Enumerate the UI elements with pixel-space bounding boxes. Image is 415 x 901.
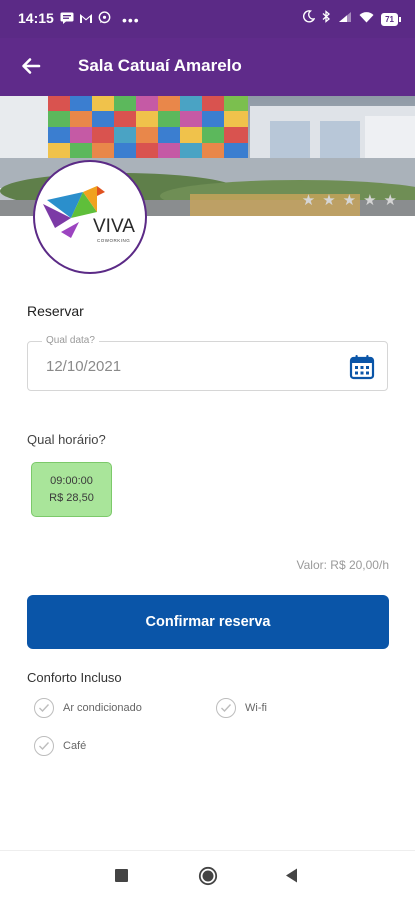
star-icon: ★ bbox=[342, 192, 357, 209]
whatsapp-icon bbox=[98, 11, 111, 29]
amenity-label: Ar condicionado bbox=[63, 702, 142, 714]
moon-icon bbox=[302, 10, 316, 28]
section-title: Reservar bbox=[27, 303, 84, 319]
recents-button[interactable] bbox=[115, 869, 128, 887]
more-icon: ••• bbox=[122, 12, 140, 28]
status-bar: 14:15 ••• 71 bbox=[0, 0, 415, 38]
bluetooth-icon bbox=[322, 10, 331, 28]
time-slot[interactable]: 09:00:00 R$ 28,50 bbox=[31, 462, 112, 517]
logo-wordmark: VIVA bbox=[93, 216, 135, 237]
star-icon: ★ bbox=[363, 192, 377, 209]
amenity-item: Ar condicionado bbox=[34, 698, 142, 718]
battery-level: 71 bbox=[381, 12, 398, 26]
time-slot-price: R$ 28,50 bbox=[49, 491, 94, 504]
signal-icon bbox=[338, 10, 352, 28]
date-field-value[interactable]: 12/10/2021 bbox=[46, 358, 121, 375]
time-question-label: Qual horário? bbox=[27, 432, 106, 447]
star-icon: ★ bbox=[383, 192, 397, 209]
hourly-price: Valor: R$ 20,00/h bbox=[296, 558, 389, 572]
back-button[interactable] bbox=[16, 53, 46, 83]
star-icon: ★ bbox=[322, 192, 336, 209]
system-back-button[interactable] bbox=[285, 868, 298, 888]
rating-stars: ★ ★ ★ ★ ★ bbox=[302, 193, 397, 208]
back-triangle-icon bbox=[285, 868, 298, 888]
page-title: Sala Catuaí Amarelo bbox=[78, 56, 242, 75]
system-nav-bar bbox=[0, 850, 415, 901]
time-slot-time: 09:00:00 bbox=[50, 474, 93, 487]
app-bar: Sala Catuaí Amarelo bbox=[0, 38, 415, 96]
venue-logo: VIVA COWORKING bbox=[33, 160, 147, 274]
message-icon bbox=[60, 11, 74, 29]
home-circle-icon bbox=[198, 866, 218, 891]
amenity-item: Café bbox=[34, 736, 86, 756]
comfort-title: Conforto Incluso bbox=[27, 670, 122, 685]
logo-subtext: COWORKING bbox=[97, 238, 130, 243]
date-field-label: Qual data? bbox=[42, 335, 99, 346]
amenity-label: Café bbox=[63, 740, 87, 752]
home-button[interactable] bbox=[198, 866, 218, 891]
battery-icon: 71 bbox=[381, 12, 401, 26]
amenity-item: Wi-fi bbox=[216, 698, 267, 718]
wifi-icon bbox=[359, 10, 374, 28]
calendar-icon[interactable] bbox=[349, 354, 375, 380]
check-circle-icon bbox=[216, 698, 236, 718]
check-circle-icon bbox=[34, 698, 54, 718]
arrow-left-icon bbox=[21, 57, 41, 80]
star-icon: ★ bbox=[301, 192, 316, 209]
recents-square-icon bbox=[115, 869, 128, 887]
confirm-reservation-button[interactable]: Confirmar reserva bbox=[27, 595, 389, 649]
amenity-label: Wi-fi bbox=[245, 702, 267, 714]
check-circle-icon bbox=[34, 736, 54, 756]
status-time: 14:15 bbox=[18, 10, 54, 26]
gmail-icon bbox=[79, 11, 93, 29]
date-field[interactable]: Qual data? 12/10/2021 bbox=[27, 335, 388, 391]
